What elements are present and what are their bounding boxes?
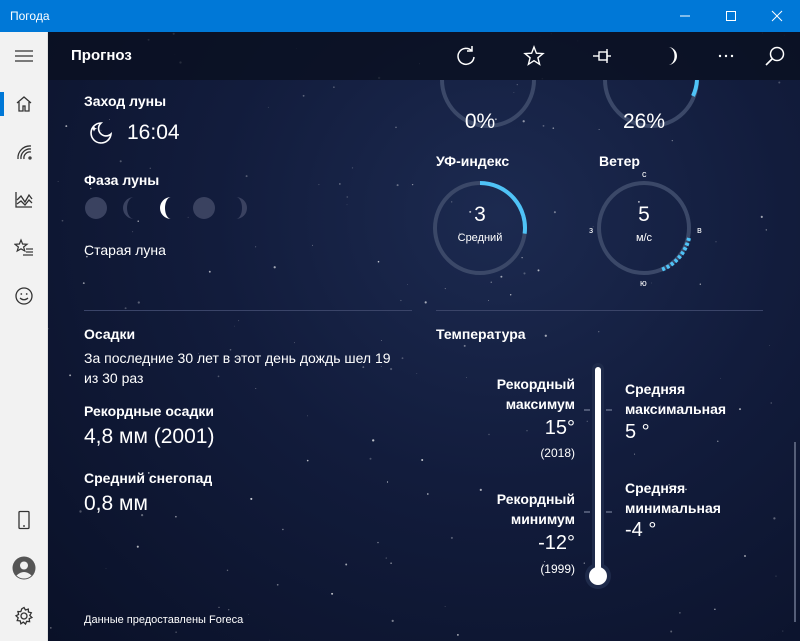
- minimize-icon: [680, 15, 690, 17]
- sidebar-item-maps[interactable]: [0, 128, 48, 176]
- wind-speed-value: 5: [638, 203, 650, 226]
- divider-right: [436, 310, 763, 311]
- wind-speed-unit: м/с: [635, 232, 653, 244]
- smiley-icon: [15, 287, 33, 305]
- moonset-label: Заход луны: [84, 93, 167, 109]
- avg-snowfall-label: Средний снегопад: [84, 470, 213, 486]
- more-icon: [718, 54, 734, 58]
- favorite-button[interactable]: [522, 44, 546, 68]
- window-title: Погода: [10, 9, 50, 23]
- record-min-label: Рекордный минимум: [496, 491, 575, 527]
- thermometer: [584, 363, 612, 589]
- maximize-button[interactable]: [708, 0, 754, 32]
- gear-icon: [14, 606, 34, 626]
- page-title: Прогноз: [71, 47, 132, 64]
- moon-phase-past-2: [123, 197, 134, 219]
- sidebar-item-places[interactable]: [0, 224, 48, 272]
- moon-phase-strip: [85, 197, 247, 219]
- maximize-icon: [726, 11, 736, 21]
- star-list-icon: [14, 238, 33, 256]
- uv-gauge: [433, 181, 527, 275]
- record-max-year: (2018): [540, 446, 575, 460]
- moon-phase-name: Старая луна: [84, 242, 166, 258]
- uv-value: 3: [474, 203, 486, 226]
- nav-sidebar: [0, 32, 48, 641]
- sidebar-item-historical[interactable]: [0, 176, 48, 224]
- pin-button[interactable]: [590, 44, 614, 68]
- sidebar-item-get-app[interactable]: [0, 496, 48, 544]
- sidebar-item-forecast[interactable]: [0, 80, 48, 128]
- app-header: Прогноз: [48, 32, 800, 80]
- moon-phase-label: Фаза луны: [84, 172, 160, 188]
- theme-button[interactable]: [658, 44, 682, 68]
- divider-left: [84, 310, 412, 311]
- close-icon: [771, 10, 783, 22]
- sidebar-item-settings[interactable]: [0, 592, 48, 640]
- avg-min-label: Средняя минимальная: [625, 480, 721, 516]
- avg-max-label: Средняя максимальная: [625, 381, 727, 417]
- hamburger-icon: [15, 50, 33, 62]
- avatar-icon: [12, 556, 36, 580]
- moon-icon: [668, 47, 677, 65]
- refresh-icon: [457, 46, 475, 66]
- close-button[interactable]: [754, 0, 800, 32]
- avg-min-value: -4 °: [625, 519, 657, 541]
- minimize-button[interactable]: [662, 0, 708, 32]
- moon-phase-new: [193, 197, 215, 219]
- sidebar-item-account[interactable]: [0, 544, 48, 592]
- data-provider-credit: Данные предоставлены Foreca: [84, 614, 244, 626]
- wind-east-label: в: [697, 225, 702, 235]
- hamburger-menu-button[interactable]: [0, 32, 48, 80]
- wind-west-label: з: [589, 225, 594, 235]
- refresh-button[interactable]: [454, 44, 478, 68]
- temperature-label: Температура: [436, 326, 526, 342]
- phone-icon: [18, 510, 30, 530]
- record-max-value: 15°: [544, 417, 575, 439]
- top-right-gauge-value: 26%: [622, 110, 666, 133]
- chart-icon: [15, 192, 33, 208]
- precipitation-label: Осадки: [84, 326, 136, 342]
- moon-phase-current: [160, 197, 171, 219]
- record-precip-value: 4,8 мм (2001): [84, 425, 215, 448]
- wind-label: Ветер: [599, 153, 640, 169]
- moonset-icon: [90, 122, 113, 144]
- more-button[interactable]: [714, 44, 738, 68]
- home-icon: [16, 96, 32, 112]
- precipitation-history-text: За последние 30 лет в этот день дождь ше…: [84, 350, 391, 386]
- top-left-gauge-value: 0%: [464, 110, 496, 133]
- record-min-year: (1999): [540, 562, 575, 576]
- title-bar: Погода: [0, 0, 800, 32]
- wind-compass-gauge: [597, 181, 691, 275]
- avg-snowfall-value: 0,8 мм: [84, 492, 148, 515]
- uv-level: Средний: [457, 232, 503, 244]
- pin-icon: [593, 49, 611, 63]
- star-icon: [523, 45, 545, 66]
- search-button[interactable]: [763, 44, 787, 68]
- record-min-value: -12°: [538, 532, 575, 554]
- moon-phase-past-1: [85, 197, 107, 219]
- record-max-label: Рекордный максимум: [496, 376, 575, 412]
- search-icon: [765, 46, 785, 66]
- record-precip-label: Рекордные осадки: [84, 403, 214, 419]
- wind-north-label: с: [642, 169, 647, 179]
- moon-phase-next: [236, 197, 247, 219]
- sidebar-item-feedback[interactable]: [0, 272, 48, 320]
- radar-icon: [17, 145, 32, 160]
- moonset-time: 16:04: [127, 121, 180, 144]
- wind-south-label: ю: [640, 278, 647, 288]
- forecast-panel: Прогноз 0% 26% Заход луны 16:04 Фаза лун…: [48, 32, 800, 641]
- avg-max-value: 5 °: [625, 421, 650, 443]
- scrollbar-thumb[interactable]: [794, 442, 796, 622]
- uv-label: УФ-индекс: [436, 153, 510, 169]
